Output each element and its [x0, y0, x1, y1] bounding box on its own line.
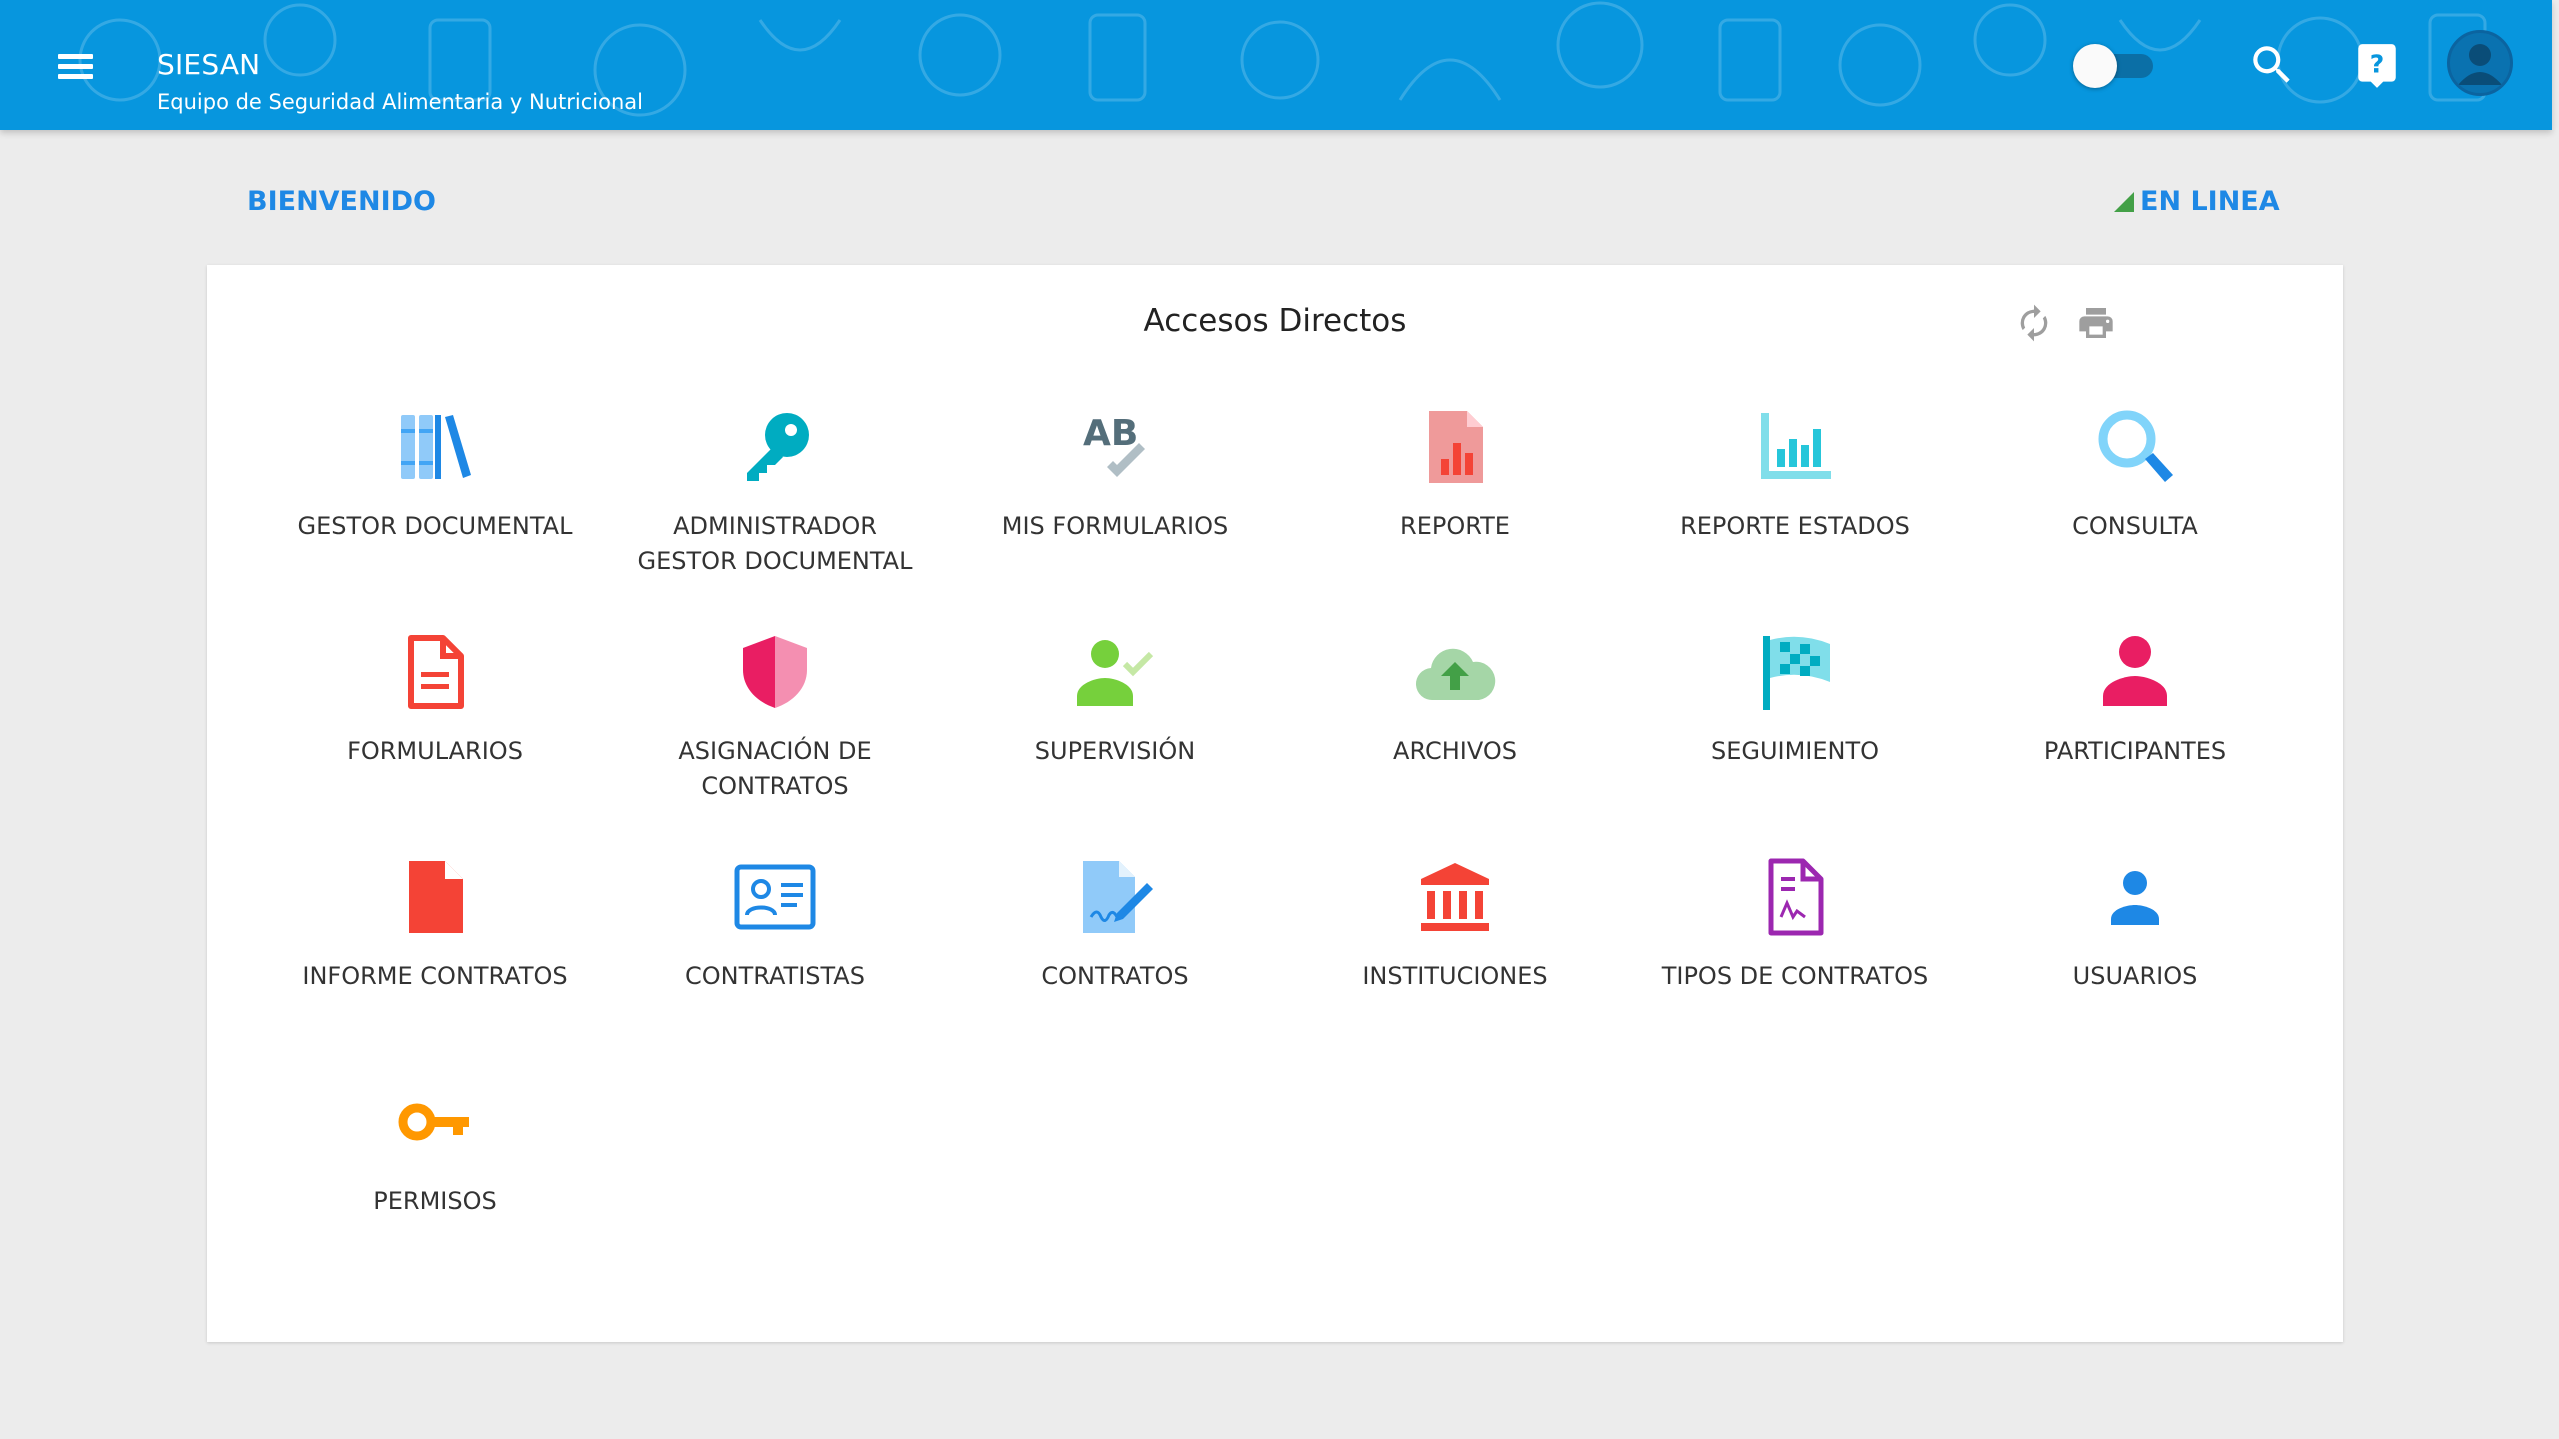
- shortcut-label: MIS FORMULARIOS: [1001, 512, 1229, 540]
- user-icon: [2111, 871, 2159, 925]
- shield-icon: [743, 636, 807, 708]
- cloud-upload-icon: [1415, 648, 1496, 701]
- magnifier-icon: [2098, 410, 2173, 482]
- shortcut-label: INFORME CONTRATOS: [302, 962, 568, 990]
- signal-icon: [2114, 191, 2134, 212]
- shortcut-supervision[interactable]: SUPERVISIÓN: [945, 630, 1285, 830]
- menu-icon[interactable]: [50, 45, 100, 85]
- user-check-icon: [1077, 640, 1154, 706]
- document-icon: [408, 635, 464, 709]
- shortcut-participantes[interactable]: PARTICIPANTES: [1965, 630, 2305, 830]
- shortcut-mis-formularios[interactable]: AB MIS FORMULARIOS: [945, 405, 1285, 605]
- shortcut-contratistas[interactable]: CONTRATISTAS: [605, 855, 945, 1055]
- shortcuts-panel: Accesos Directos GESTOR DOCUMENTAL ADMIN…: [207, 265, 2343, 1342]
- shortcut-label: REPORTE: [1400, 512, 1510, 540]
- refresh-icon[interactable]: [2014, 303, 2054, 343]
- shortcut-reporte[interactable]: REPORTE: [1285, 405, 1625, 605]
- shortcut-tipos-de-contratos[interactable]: TIPOS DE CONTRATOS: [1625, 855, 1965, 1055]
- shortcut-label: GESTOR DOCUMENTAL: [297, 512, 573, 540]
- app-title: SIESAN: [157, 48, 261, 81]
- connection-status-label: EN LINEA: [2140, 186, 2280, 217]
- account-icon[interactable]: [2447, 30, 2513, 96]
- key-icon: [747, 413, 809, 481]
- spellcheck-icon: AB: [1083, 413, 1145, 477]
- shortcut-label: USUARIOS: [2072, 962, 2198, 990]
- bank-icon: [1421, 863, 1489, 931]
- shortcut-administrador-gestor-documental[interactable]: ADMINISTRADOR GESTOR DOCUMENTAL: [605, 405, 945, 605]
- shortcut-gestor-documental[interactable]: GESTOR DOCUMENTAL: [265, 405, 605, 605]
- vpn-key-icon: [398, 1103, 469, 1141]
- help-icon[interactable]: ?: [2352, 40, 2402, 90]
- svg-text:?: ?: [2370, 49, 2385, 78]
- bar-chart-icon: [1761, 413, 1831, 479]
- shortcut-label: CONTRATISTAS: [685, 962, 865, 990]
- shortcut-seguimiento[interactable]: SEGUIMIENTO: [1625, 630, 1965, 830]
- signed-doc-icon: [1768, 858, 1824, 936]
- welcome-label: BIENVENIDO: [247, 186, 437, 217]
- id-card-icon: [734, 864, 816, 930]
- shortcut-contratos[interactable]: CONTRATOS: [945, 855, 1285, 1055]
- shortcut-label: CONTRATOS: [1041, 962, 1189, 990]
- print-icon[interactable]: [2076, 303, 2116, 343]
- shortcut-informe-contratos[interactable]: INFORME CONTRATOS: [265, 855, 605, 1055]
- shortcut-consulta[interactable]: CONSULTA: [1965, 405, 2305, 605]
- shortcut-permisos[interactable]: PERMISOS: [265, 1080, 605, 1280]
- theme-toggle[interactable]: [2073, 44, 2157, 88]
- file-icon: [409, 861, 463, 933]
- shortcut-formularios[interactable]: FORMULARIOS: [265, 630, 605, 830]
- app-subtitle: Equipo de Seguridad Alimentaria y Nutric…: [157, 90, 643, 114]
- shortcut-label: INSTITUCIONES: [1362, 962, 1548, 990]
- svg-text:AB: AB: [1083, 413, 1138, 454]
- shortcut-label: REPORTE ESTADOS: [1680, 512, 1910, 540]
- contract-sign-icon: [1083, 861, 1153, 933]
- app-header: SIESAN Equipo de Seguridad Alimentaria y…: [0, 0, 2552, 130]
- shortcut-label: FORMULARIOS: [347, 737, 523, 765]
- shortcut-asignacion-de-contratos[interactable]: ASIGNACIÓN DE CONTRATOS: [605, 630, 945, 830]
- shortcut-label: PARTICIPANTES: [2043, 737, 2227, 765]
- report-chart-icon: [1429, 411, 1483, 483]
- search-icon[interactable]: [2247, 40, 2297, 90]
- shortcut-label: SUPERVISIÓN: [1034, 737, 1196, 765]
- shortcut-reporte-estados[interactable]: REPORTE ESTADOS: [1625, 405, 1965, 605]
- shortcut-label: ADMINISTRADOR GESTOR DOCUMENTAL: [637, 512, 913, 575]
- shortcut-label: TIPOS DE CONTRATOS: [1661, 962, 1929, 990]
- shortcut-instituciones[interactable]: INSTITUCIONES: [1285, 855, 1625, 1055]
- shortcut-archivos[interactable]: ARCHIVOS: [1285, 630, 1625, 830]
- connection-status: EN LINEA: [2112, 186, 2280, 217]
- shortcut-label: ASIGNACIÓN DE CONTRATOS: [678, 737, 872, 800]
- person-icon: [2103, 636, 2167, 706]
- shortcut-label: CONSULTA: [2072, 512, 2198, 540]
- shortcut-label: SEGUIMIENTO: [1710, 737, 1880, 765]
- shortcut-label: ARCHIVOS: [1393, 737, 1517, 765]
- books-icon: [401, 415, 471, 479]
- shortcut-usuarios[interactable]: USUARIOS: [1965, 855, 2305, 1055]
- flag-icon: [1763, 636, 1830, 710]
- shortcut-label: PERMISOS: [373, 1187, 497, 1215]
